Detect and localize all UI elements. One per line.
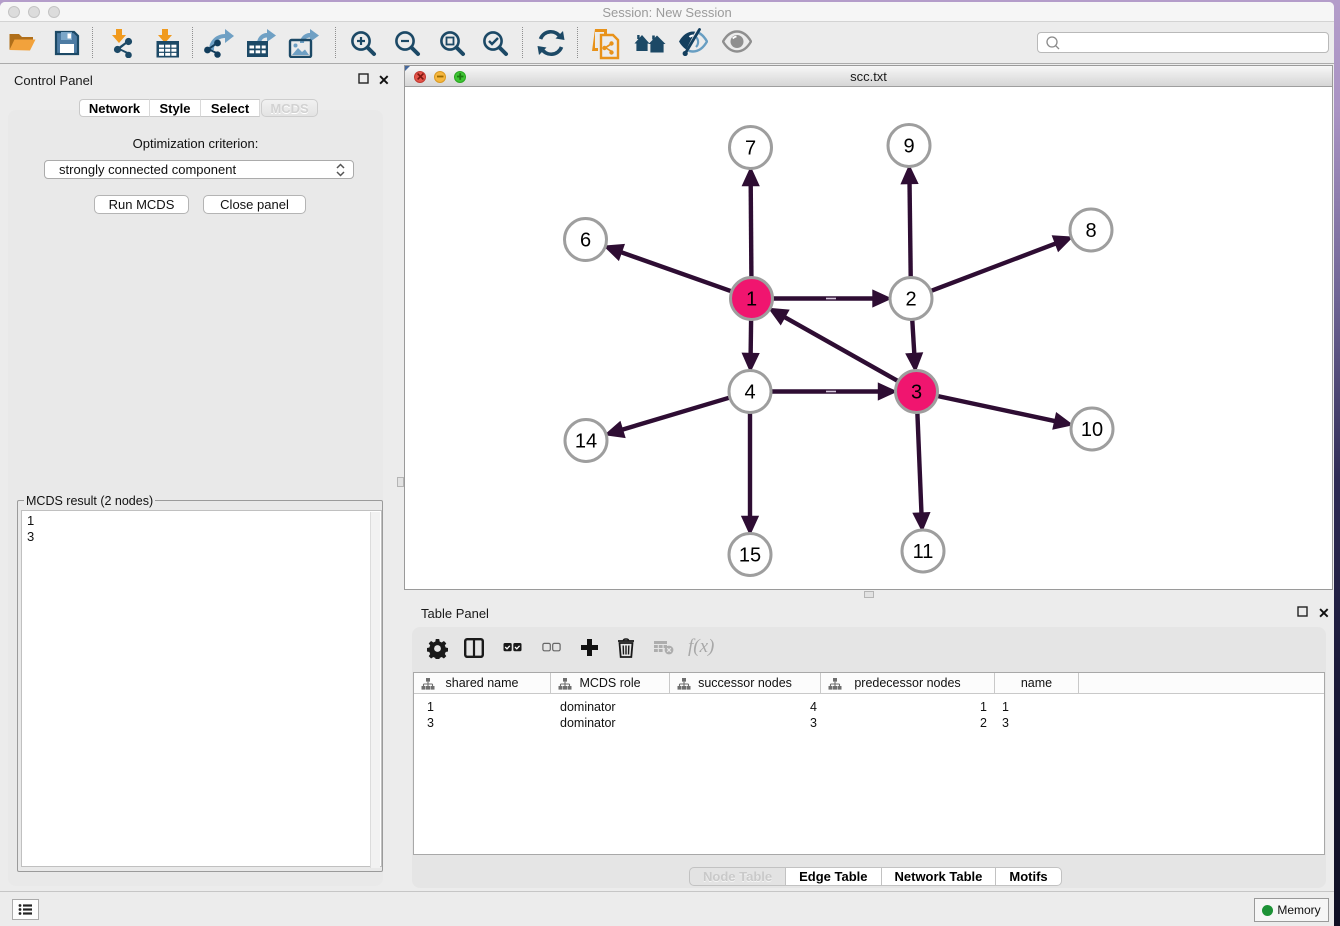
svg-text:6: 6 — [580, 230, 591, 252]
svg-text:9: 9 — [903, 136, 914, 158]
svg-text:14: 14 — [575, 431, 597, 453]
svg-text:4: 4 — [744, 382, 755, 404]
svg-text:11: 11 — [913, 541, 934, 563]
svg-text:15: 15 — [739, 545, 761, 567]
svg-text:10: 10 — [1081, 419, 1103, 441]
svg-text:3: 3 — [911, 382, 922, 404]
svg-text:2: 2 — [905, 289, 916, 311]
svg-text:7: 7 — [745, 138, 756, 160]
svg-text:8: 8 — [1085, 220, 1096, 242]
svg-text:1: 1 — [746, 289, 757, 311]
